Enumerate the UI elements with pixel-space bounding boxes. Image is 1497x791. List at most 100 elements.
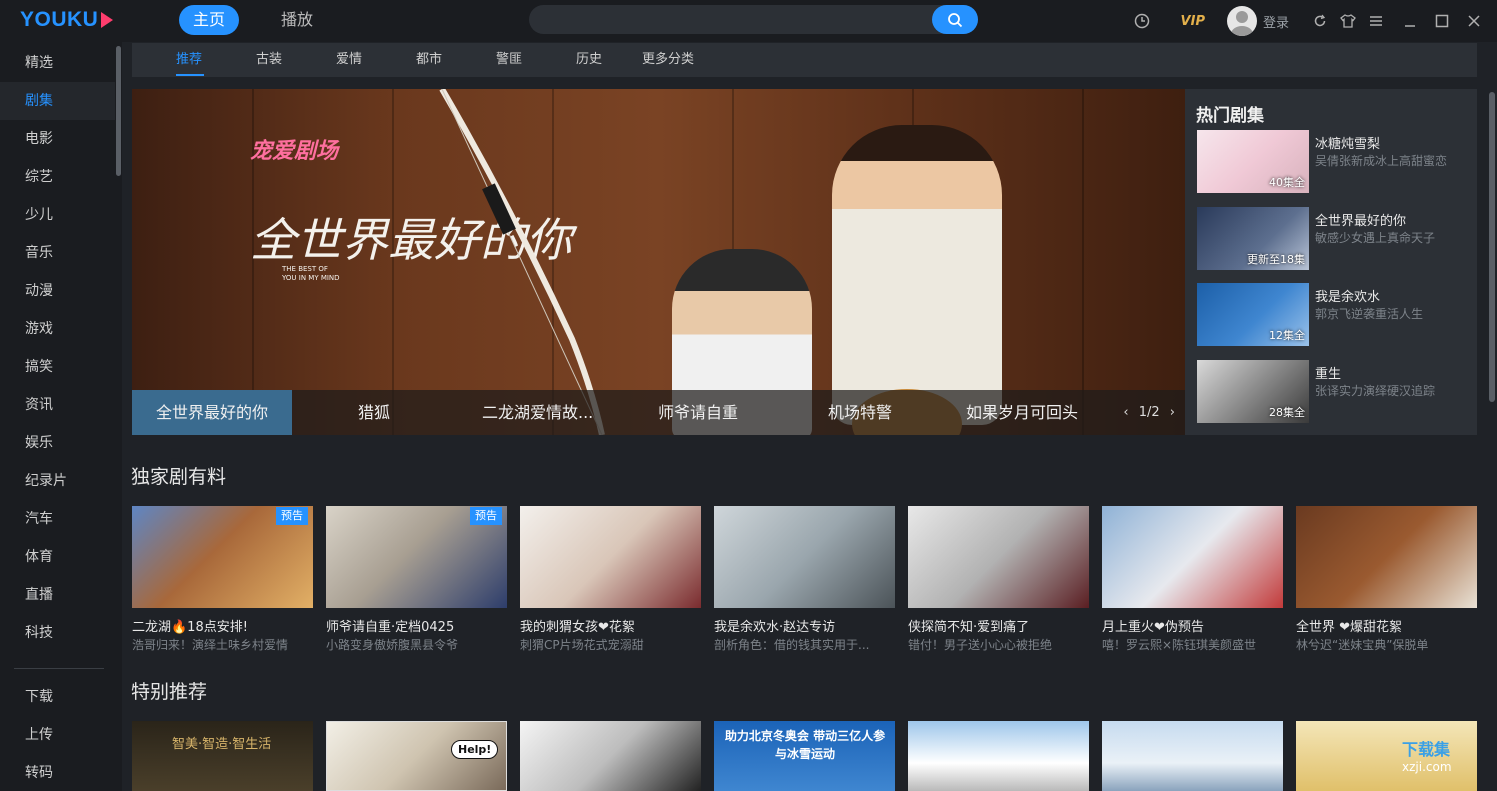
- video-title: 月上重火❤伪预告: [1102, 620, 1204, 635]
- ad-card[interactable]: 智美·智造·智生活: [132, 721, 313, 791]
- sidebar-divider: [14, 668, 104, 669]
- minimize-icon[interactable]: [1401, 12, 1419, 30]
- sidebar-item-movies[interactable]: 电影: [0, 120, 115, 158]
- sidebar-item-upload[interactable]: 上传: [0, 716, 115, 754]
- tab-costume[interactable]: 古装: [256, 43, 282, 77]
- nav-home-button[interactable]: 主页: [179, 5, 240, 35]
- login-link[interactable]: 登录: [1263, 12, 1289, 31]
- video-thumbnail: [908, 506, 1089, 608]
- sidebar-item-download[interactable]: 下载: [0, 678, 115, 716]
- close-icon[interactable]: [1465, 12, 1483, 30]
- hot-series-item[interactable]: 12集全 我是余欢水 郭京飞逆袭重活人生: [1197, 283, 1477, 346]
- search-input[interactable]: [529, 5, 978, 34]
- active-tab-indicator: [176, 74, 204, 76]
- sidebar-item-anime[interactable]: 动漫: [0, 272, 115, 310]
- sidebar-item-games[interactable]: 游戏: [0, 310, 115, 348]
- sidebar-item-documentary[interactable]: 纪录片: [0, 462, 115, 500]
- hot-series-name: 全世界最好的你: [1315, 214, 1407, 229]
- sidebar-item-transcode[interactable]: 转码: [0, 754, 115, 791]
- ad-text: Help!: [451, 740, 499, 759]
- search-icon: [948, 12, 963, 27]
- tab-romance[interactable]: 爱情: [336, 43, 362, 77]
- sidebar-item-kids[interactable]: 少儿: [0, 196, 115, 234]
- preview-badge: 预告: [276, 507, 308, 525]
- banner-subtitle: THE BEST OF YOU IN MY MIND: [282, 265, 340, 282]
- hot-series-item[interactable]: 28集全 重生 张译实力演绎硬汉追踪: [1197, 360, 1477, 423]
- watermark-line2: xzji.com: [1402, 760, 1452, 774]
- banner-tab[interactable]: 师爷请自重: [658, 390, 738, 435]
- video-thumbnail: [1102, 506, 1283, 608]
- menu-icon[interactable]: [1367, 12, 1385, 30]
- section-title-exclusive: 独家剧有料: [131, 466, 227, 488]
- tab-history[interactable]: 历史: [576, 43, 602, 77]
- video-desc: 刺猬CP片场花式宠溺甜: [520, 638, 644, 652]
- sidebar-item-comedy[interactable]: 搞笑: [0, 348, 115, 386]
- sidebar-item-news[interactable]: 资讯: [0, 386, 115, 424]
- video-title: 全世界 ❤爆甜花絮: [1296, 620, 1403, 635]
- video-desc: 林兮迟“迷妹宝典”保脱单: [1296, 638, 1429, 652]
- ad-card[interactable]: [520, 721, 701, 791]
- video-desc: 浩哥归来！演绎土味乡村爱情: [132, 638, 289, 652]
- sidebar-item-entertainment[interactable]: 娱乐: [0, 424, 115, 462]
- sidebar-item-music[interactable]: 音乐: [0, 234, 115, 272]
- chevron-right-icon[interactable]: ›: [1170, 405, 1175, 420]
- ad-card[interactable]: 助力北京冬奥会 带动三亿人参与冰雪运动: [714, 721, 895, 791]
- sidebar-item-sports[interactable]: 体育: [0, 538, 115, 576]
- sidebar-item-featured[interactable]: 精选: [0, 44, 115, 82]
- banner-brand-logo: 宠爱剧场: [250, 139, 339, 164]
- episode-badge: 12集全: [1269, 329, 1305, 342]
- sidebar-scrollbar[interactable]: [116, 46, 121, 176]
- hot-series-desc: 敏感少女遇上真命天子: [1315, 231, 1436, 245]
- ad-text: 助力北京冬奥会 带动三亿人参与冰雪运动: [724, 729, 886, 761]
- ad-text: 智美·智造·智生活: [172, 737, 272, 752]
- hero-banner[interactable]: 宠爱剧场 全世界最好的你 THE BEST OF YOU IN MY MIND …: [132, 89, 1185, 435]
- banner-tab[interactable]: 如果岁月可回头: [966, 390, 1078, 435]
- tab-urban[interactable]: 都市: [416, 43, 442, 77]
- tab-crime[interactable]: 警匪: [496, 43, 522, 77]
- youku-logo[interactable]: YOUKU: [20, 8, 114, 32]
- video-desc: 嘻！罗云熙×陈钰琪美颜盛世: [1102, 638, 1257, 652]
- bow-illustration: [439, 89, 605, 435]
- hot-series-thumbnail: 28集全: [1197, 360, 1309, 423]
- video-thumbnail: 预告: [326, 506, 507, 608]
- chevron-left-icon[interactable]: ‹: [1123, 405, 1128, 420]
- refresh-icon[interactable]: [1311, 12, 1329, 30]
- video-title: 我的刺猬女孩❤花絮: [520, 620, 635, 635]
- hot-series-item[interactable]: 40集全 冰糖炖雪梨 吴倩张新成冰上高甜蜜恋: [1197, 130, 1477, 193]
- history-icon[interactable]: [1133, 12, 1151, 30]
- logo-play-icon: [101, 12, 114, 28]
- ad-card[interactable]: Help!: [326, 721, 507, 791]
- episode-badge: 40集全: [1269, 176, 1305, 189]
- banner-tab[interactable]: 二龙湖爱情故...: [482, 390, 593, 435]
- title-bar: YOUKU 主页 播放 VIP 登录: [0, 0, 1497, 42]
- video-title: 侠探简不知·爱到痛了: [908, 620, 1030, 635]
- video-thumbnail: [520, 506, 701, 608]
- nav-play-button[interactable]: 播放: [281, 5, 313, 35]
- avatar[interactable]: [1226, 6, 1257, 36]
- banner-pager: ‹ 1/2 ›: [1123, 390, 1175, 435]
- hot-series-thumbnail: 12集全: [1197, 283, 1309, 346]
- hot-series-desc: 张译实力演绎硬汉追踪: [1315, 384, 1436, 398]
- content-scrollbar[interactable]: [1489, 92, 1495, 402]
- vip-button[interactable]: VIP: [1181, 14, 1205, 29]
- sidebar-item-live[interactable]: 直播: [0, 576, 115, 614]
- sidebar-item-tech[interactable]: 科技: [0, 614, 115, 652]
- banner-page-indicator: 1/2: [1138, 405, 1160, 420]
- banner-tab[interactable]: 猎狐: [358, 390, 390, 435]
- tab-recommend[interactable]: 推荐: [176, 43, 202, 77]
- watermark-logo: 下载集 xzji.com: [1402, 736, 1452, 774]
- banner-tab[interactable]: 全世界最好的你: [132, 390, 293, 435]
- sidebar-item-variety[interactable]: 综艺: [0, 158, 115, 196]
- skin-icon[interactable]: [1339, 12, 1357, 30]
- video-title: 我是余欢水·赵达专访: [714, 620, 836, 635]
- hot-series-item[interactable]: 更新至18集 全世界最好的你 敏感少女遇上真命天子: [1197, 207, 1477, 270]
- maximize-icon[interactable]: [1433, 12, 1451, 30]
- sidebar-item-series[interactable]: 剧集: [0, 82, 115, 120]
- banner-tab[interactable]: 机场特警: [828, 390, 892, 435]
- tab-more-categories[interactable]: 更多分类: [642, 43, 694, 77]
- ad-card[interactable]: [908, 721, 1089, 791]
- sidebar-item-auto[interactable]: 汽车: [0, 500, 115, 538]
- search-button[interactable]: [932, 5, 978, 34]
- hot-series-title: 热门剧集: [1196, 106, 1264, 126]
- ad-card[interactable]: [1102, 721, 1283, 791]
